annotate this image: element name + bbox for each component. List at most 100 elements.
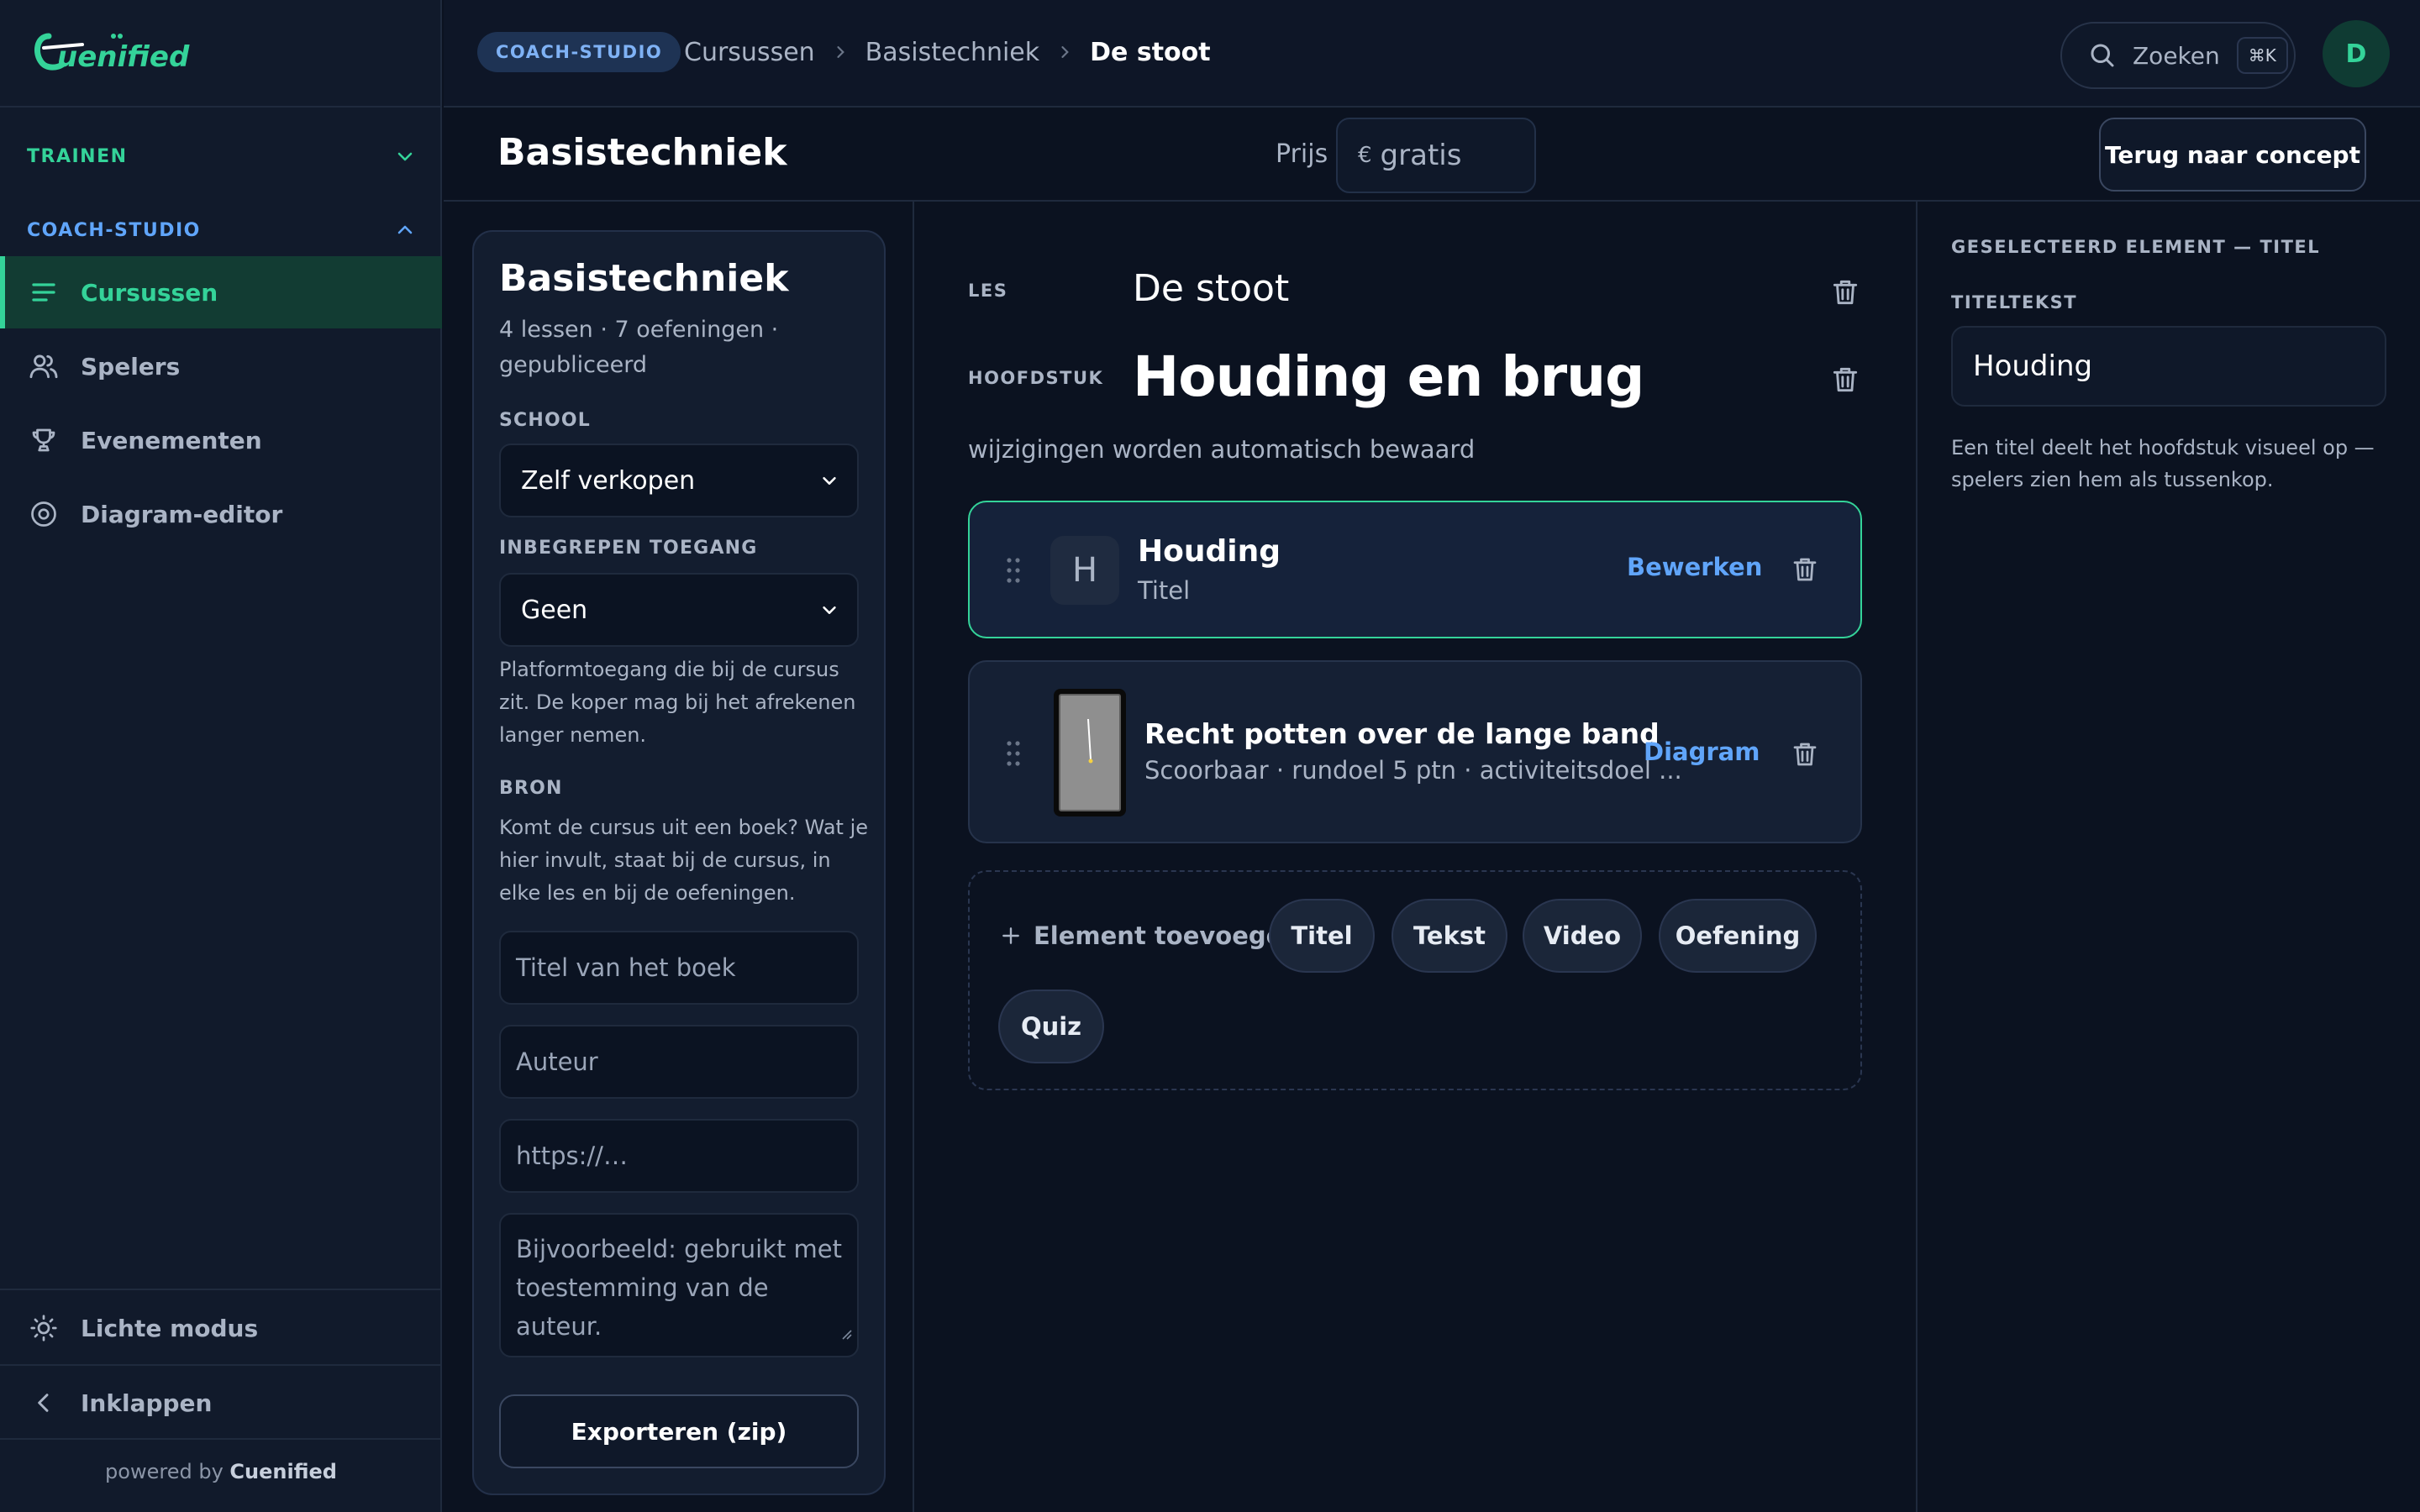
divider — [0, 1289, 442, 1290]
price-input[interactable]: € gratis — [1336, 118, 1536, 193]
access-label: INBEGREPEN TOEGANG — [499, 538, 758, 559]
topbar: COACH-STUDIO Cursussen Basistechniek De … — [444, 0, 2420, 108]
lesson-editor: LES De stoot HOOFDSTUK Houding en brug w… — [913, 202, 1918, 1512]
source-note-textarea[interactable]: Bijvoorbeeld: gebruikt met toestemming v… — [499, 1213, 859, 1357]
title-text-input[interactable]: Houding — [1951, 326, 2386, 407]
divider — [0, 1438, 442, 1440]
search-label: Zoeken — [2133, 41, 2220, 70]
chevron-down-icon — [820, 601, 839, 619]
studio-badge: COACH-STUDIO — [477, 32, 681, 72]
school-label: SCHOOL — [499, 410, 592, 431]
trash-icon — [1829, 364, 1861, 396]
course-header: Basistechniek Prijs € gratis Terug naar … — [444, 109, 2420, 202]
selected-element-header: GESELECTEERD ELEMENT — TITEL — [1951, 237, 2321, 257]
trash-icon — [1790, 739, 1820, 769]
school-value: Zelf verkopen — [521, 465, 696, 496]
access-help: Platformtoegang die bij de cursus zit. D… — [499, 658, 856, 747]
sidebar-item-label: Diagram-editor — [81, 500, 283, 528]
add-video-chip[interactable]: Video — [1523, 899, 1642, 973]
autosave-status: wijzigingen worden automatisch bewaard — [968, 435, 1476, 464]
author-placeholder: Auteur — [516, 1047, 598, 1076]
divider — [0, 1364, 442, 1366]
cuenified-logo[interactable]: uenified — [32, 29, 217, 76]
breadcrumb-basistechniek[interactable]: Basistechniek — [865, 38, 1039, 67]
sidebar-item-label: Evenementen — [81, 426, 262, 454]
add-exercise-chip[interactable]: Oefening — [1659, 899, 1817, 973]
list-icon — [27, 276, 60, 309]
drag-handle-icon[interactable] — [1005, 556, 1022, 588]
price-label: Prijs — [1276, 139, 1328, 169]
content-block-exercise[interactable]: Recht potten over de lange band Scoorbaa… — [968, 660, 1862, 843]
light-mode-toggle[interactable]: Lichte modus — [0, 1292, 442, 1364]
powered-by: powered by Cuenified — [0, 1460, 442, 1483]
resize-handle-icon[interactable] — [840, 1312, 852, 1351]
school-select[interactable]: Zelf verkopen — [499, 444, 859, 517]
sidebar: uenified TRAINEN COACH-STUDIO Cursussen — [0, 0, 442, 1512]
diagram-button[interactable]: Diagram — [1644, 738, 1760, 766]
url-input[interactable]: https://… — [499, 1119, 859, 1193]
back-to-draft-button[interactable]: Terug naar concept — [2099, 118, 2366, 192]
section-coach-studio[interactable]: COACH-STUDIO — [0, 205, 442, 255]
delete-chapter-button[interactable] — [1825, 360, 1865, 400]
sidebar-item-label: Spelers — [81, 352, 181, 381]
breadcrumb-cursussen[interactable]: Cursussen — [684, 38, 815, 67]
users-icon — [27, 349, 60, 383]
block-name: Houding — [1138, 534, 1281, 569]
plus-icon — [1000, 925, 1022, 947]
access-select[interactable]: Geen — [499, 573, 859, 647]
table-felt — [1059, 694, 1121, 811]
add-quiz-chip[interactable]: Quiz — [998, 990, 1104, 1063]
block-details: Scoorbaar · rundoel 5 ptn · activiteitsd… — [1144, 756, 1682, 785]
trash-icon — [1829, 276, 1861, 308]
content-block-title[interactable]: H Houding Titel Bewerken — [968, 501, 1862, 638]
delete-block-button[interactable] — [1785, 549, 1825, 590]
chevron-down-icon — [395, 146, 415, 166]
url-placeholder: https://… — [516, 1142, 628, 1170]
drag-handle-icon[interactable] — [1005, 739, 1022, 771]
search-button[interactable]: Zoeken ⌘K — [2060, 22, 2296, 89]
chevron-up-icon — [395, 220, 415, 240]
edit-block-button[interactable]: Bewerken — [1627, 553, 1762, 581]
source-help: Komt de cursus uit een boek? Wat je hier… — [499, 816, 869, 905]
author-input[interactable]: Auteur — [499, 1025, 859, 1099]
delete-block-button[interactable] — [1785, 734, 1825, 774]
sidebar-item-cursussen[interactable]: Cursussen — [0, 256, 442, 328]
book-title-input[interactable]: Titel van het boek — [499, 931, 859, 1005]
avatar[interactable]: D — [2323, 20, 2390, 87]
add-title-chip[interactable]: Titel — [1269, 899, 1375, 973]
sidebar-item-label: Cursussen — [81, 278, 218, 307]
les-label: LES — [968, 281, 1008, 301]
page-title: Basistechniek — [497, 131, 787, 174]
svg-text:uenified: uenified — [57, 40, 190, 74]
course-meta: 4 lessen · 7 oefeningen · gepubliceerd — [499, 317, 779, 378]
trash-icon — [1790, 554, 1820, 585]
add-text-chip[interactable]: Tekst — [1392, 899, 1507, 973]
diagram-thumbnail — [1054, 689, 1126, 816]
collapse-sidebar-button[interactable]: Inklappen — [0, 1367, 442, 1439]
sidebar-item-diagram-editor[interactable]: Diagram-editor — [0, 478, 442, 550]
add-element-panel: Element toevoegen Titel Tekst Video Oefe… — [968, 870, 1862, 1090]
block-type: Titel — [1138, 576, 1191, 605]
lesson-title[interactable]: De stoot — [1133, 267, 1289, 310]
course-title: Basistechniek — [499, 257, 789, 300]
book-title-placeholder: Titel van het boek — [516, 953, 736, 982]
sidebar-item-evenementen[interactable]: Evenementen — [0, 404, 442, 476]
export-zip-button[interactable]: Exporteren (zip) — [499, 1394, 859, 1468]
chevron-left-icon — [27, 1386, 60, 1420]
chapter-label: HOOFDSTUK — [968, 368, 1104, 388]
target-icon — [27, 497, 60, 531]
access-value: Geen — [521, 595, 588, 625]
powered-prefix: powered by — [105, 1460, 224, 1483]
chevron-down-icon — [820, 471, 839, 490]
currency-symbol: € — [1358, 143, 1372, 168]
collapse-label: Inklappen — [81, 1389, 213, 1417]
delete-lesson-button[interactable] — [1825, 272, 1865, 312]
sidebar-item-spelers[interactable]: Spelers — [0, 330, 442, 402]
add-element-text: Element toevoegen — [1034, 921, 1300, 950]
course-settings-panel: Basistechniek 4 lessen · 7 oefeningen · … — [472, 230, 886, 1495]
section-trainen[interactable]: TRAINEN — [0, 131, 442, 181]
note-placeholder: Bijvoorbeeld: gebruikt met toestemming v… — [516, 1235, 842, 1341]
add-element-label: Element toevoegen — [1000, 917, 1300, 954]
light-mode-label: Lichte modus — [81, 1314, 259, 1342]
chapter-title[interactable]: Houding en brug — [1133, 344, 1644, 409]
